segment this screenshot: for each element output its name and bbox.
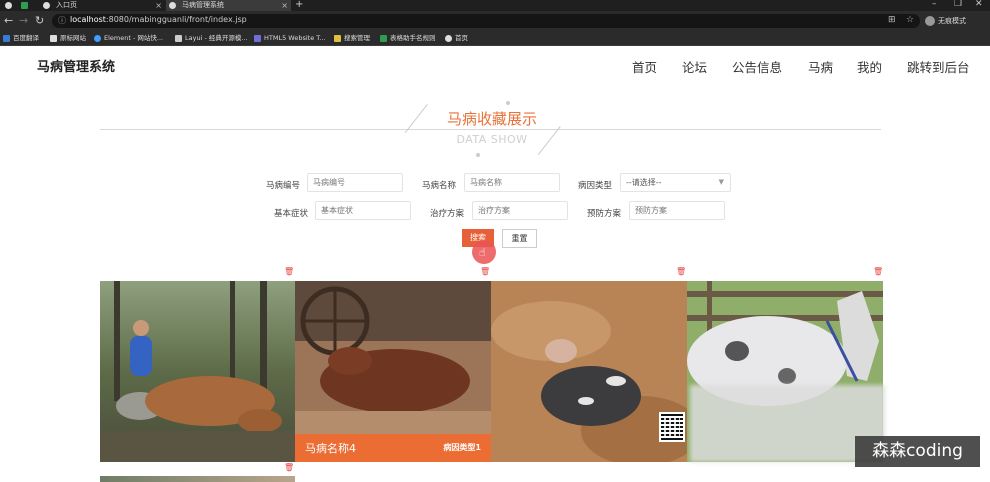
- element-icon: [94, 35, 101, 42]
- apps-icon: [3, 35, 10, 42]
- new-tab-icon[interactable]: +: [295, 0, 303, 10]
- section-title-en: DATA SHOW: [456, 133, 528, 146]
- bookmark-item[interactable]: 首页: [445, 34, 468, 43]
- prevention-input[interactable]: [629, 201, 725, 220]
- bookmark-item[interactable]: Element - 网站快...: [94, 34, 163, 43]
- chevron-down-icon: ▼: [718, 178, 724, 186]
- info-icon: ⓘ: [58, 16, 66, 25]
- section-title-cn: 马病收藏展示: [446, 110, 537, 128]
- card-cause-type: 病因类型1: [443, 443, 481, 452]
- treatment-input[interactable]: [472, 201, 568, 220]
- hand-cursor-icon: ☝: [479, 246, 486, 259]
- translate-icon[interactable]: ⊞: [888, 15, 896, 25]
- card-photo-animal-on-soil: [491, 281, 687, 462]
- site-logo[interactable]: 马病管理系统: [37, 56, 115, 75]
- reload-icon[interactable]: ↻: [35, 14, 44, 27]
- reset-button[interactable]: 重置: [502, 229, 537, 248]
- section-title: 马病收藏展示 DATA SHOW: [404, 100, 562, 157]
- globe-icon: [445, 35, 452, 42]
- profile-button[interactable]: 无痕模式: [925, 15, 966, 27]
- cause-type-select[interactable]: --请选择-- ▼: [620, 173, 731, 192]
- nav-mine[interactable]: 我的: [857, 57, 882, 76]
- card-photo-horse-lying-forest: [100, 281, 295, 462]
- address-bar: ← → ↻ ⓘ localhost:8080/mabingguanli/fron…: [0, 11, 990, 31]
- disease-card[interactable]: 马病名称4 病因类型1: [295, 281, 491, 462]
- bookmarks-bar: 百度翻译 原标网站 Element - 网站快... Layui - 经典开源模…: [0, 31, 990, 46]
- star-icon[interactable]: ☆: [906, 15, 914, 25]
- html5-icon: [254, 35, 261, 42]
- disease-number-input[interactable]: [307, 173, 403, 192]
- label-prevention: 预防方案: [587, 209, 622, 219]
- folder-icon: [334, 35, 341, 42]
- sheets-icon: [380, 35, 387, 42]
- watermark: 森森coding: [855, 436, 980, 467]
- url-field[interactable]: ⓘ localhost:8080/mabingguanli/front/inde…: [52, 14, 920, 28]
- card-caption: 马病名称4 病因类型1: [295, 434, 491, 462]
- globe-icon: [169, 2, 176, 9]
- tab-system[interactable]: 马病管理系统 ×: [166, 0, 291, 11]
- pinned-tab-2[interactable]: [18, 0, 34, 11]
- basic-symptoms-input[interactable]: [315, 201, 411, 220]
- pinned-tab[interactable]: [2, 0, 18, 11]
- nav-horse-disease[interactable]: 马病: [808, 57, 833, 76]
- disease-card[interactable]: [100, 281, 295, 462]
- close-icon[interactable]: ×: [281, 0, 288, 11]
- delete-icon[interactable]: 🗑: [284, 267, 294, 276]
- layui-icon: [175, 35, 182, 42]
- restore-icon[interactable]: ❐: [954, 0, 962, 9]
- globe-icon: [43, 2, 50, 9]
- nav-admin[interactable]: 跳转到后台: [907, 57, 970, 76]
- bookmark-icon: [50, 35, 57, 42]
- nav-home[interactable]: 首页: [632, 57, 657, 76]
- bookmark-item[interactable]: Layui - 经典开源模...: [175, 34, 248, 43]
- back-icon[interactable]: ←: [4, 14, 13, 27]
- chrome-icon: [5, 2, 12, 9]
- delete-icon[interactable]: 🗑: [480, 267, 490, 276]
- label-treatment: 治疗方案: [430, 209, 465, 219]
- bookmark-item[interactable]: 原标网站: [50, 34, 86, 43]
- label-disease-name: 马病名称: [422, 181, 457, 191]
- close-icon[interactable]: ×: [155, 0, 162, 11]
- close-window-icon[interactable]: ✕: [975, 0, 983, 9]
- label-basic-symptoms: 基本症状: [274, 209, 309, 219]
- sheets-icon: [21, 2, 28, 9]
- disease-card-partial[interactable]: [100, 476, 295, 482]
- delete-icon[interactable]: 🗑: [676, 267, 686, 276]
- nav-forum[interactable]: 论坛: [682, 57, 707, 76]
- card-name: 马病名称4: [305, 442, 356, 455]
- disease-name-input[interactable]: [464, 173, 560, 192]
- delete-icon[interactable]: 🗑: [873, 267, 883, 276]
- label-cause-type: 病因类型: [578, 181, 613, 191]
- incognito-icon: [925, 16, 935, 26]
- nav-notice[interactable]: 公告信息: [732, 57, 782, 76]
- url-text: localhost:8080/mabingguanli/front/index.…: [70, 15, 247, 24]
- bookmark-item[interactable]: HTML5 Website T...: [254, 34, 326, 43]
- bookmark-item[interactable]: 百度翻译: [3, 34, 39, 43]
- delete-icon[interactable]: 🗑: [284, 463, 294, 472]
- minimize-icon[interactable]: –: [932, 0, 937, 9]
- site-header: 马病管理系统 首页 论坛 公告信息 马病 我的 跳转到后台: [0, 47, 990, 83]
- tab-entry[interactable]: 入口页 ×: [40, 0, 165, 11]
- browser-tab-bar: 入口页 × 马病管理系统 × + – ❐ ✕: [0, 0, 990, 11]
- forward-icon[interactable]: →: [19, 14, 28, 27]
- tab-title: 入口页: [56, 1, 77, 9]
- tab-title: 马病管理系统: [182, 1, 224, 9]
- disease-card[interactable]: [491, 281, 687, 462]
- bookmark-item[interactable]: 搜索管理: [334, 34, 370, 43]
- bookmark-item[interactable]: 表格助手名规则: [380, 34, 436, 43]
- qr-code-icon: [659, 412, 685, 442]
- label-disease-number: 马病编号: [266, 181, 301, 191]
